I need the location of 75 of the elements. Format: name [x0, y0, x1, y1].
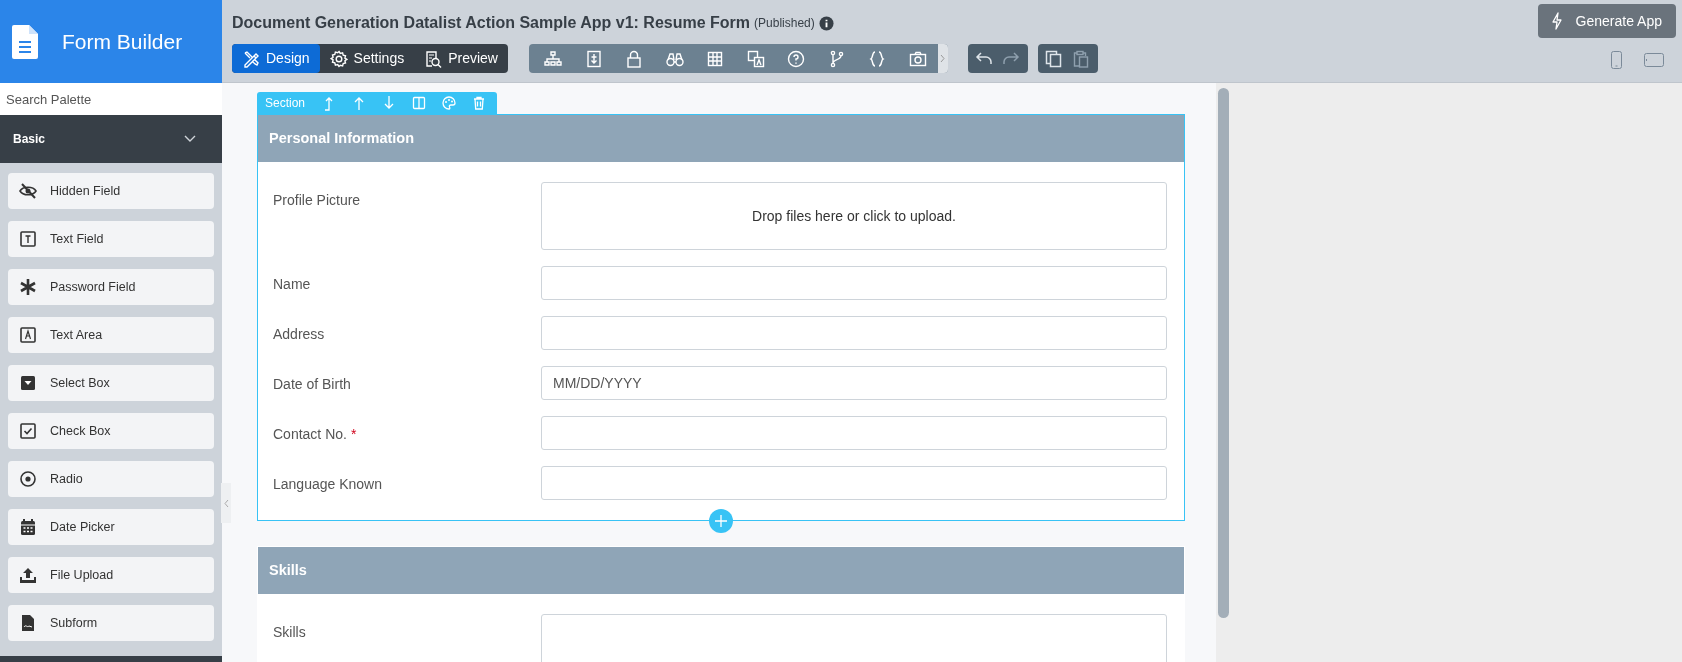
chevron-right-icon: [940, 54, 946, 63]
paste-icon[interactable]: [1072, 49, 1091, 68]
lock-icon[interactable]: [625, 49, 644, 68]
phone-icon[interactable]: [1611, 51, 1622, 69]
chevron-icon: [184, 135, 196, 143]
section-title: Skills: [258, 547, 1184, 594]
mode-tab[interactable]: Design: [232, 44, 320, 73]
section-title: Personal Information: [258, 115, 1184, 162]
palette-item[interactable]: Date Picker: [8, 509, 214, 545]
checkbox-icon: [19, 422, 37, 440]
document-icon: [12, 24, 38, 59]
palette-item[interactable]: Text Field: [8, 221, 214, 257]
camera-icon[interactable]: [908, 49, 927, 68]
columns-icon[interactable]: [411, 95, 428, 111]
palette-item[interactable]: Radio: [8, 461, 214, 497]
select-box-icon: [19, 374, 37, 392]
generate-app-button[interactable]: Generate App: [1537, 4, 1676, 38]
search-field[interactable]: Search Palette: [0, 83, 222, 115]
palette-item[interactable]: File Upload: [8, 557, 214, 593]
palette-item[interactable]: Text Area: [8, 317, 214, 353]
info-icon: [818, 15, 834, 31]
mode-tab[interactable]: Settings: [319, 44, 415, 73]
palette-item[interactable]: Check Box: [8, 413, 214, 449]
required-mark: *: [350, 425, 357, 444]
column-icon[interactable]: [584, 49, 603, 68]
chevron-left-icon: [223, 498, 229, 508]
input-field[interactable]: [541, 416, 1167, 450]
document-search-icon: [424, 49, 443, 68]
translate-icon[interactable]: [746, 49, 765, 68]
field-label: Name: [273, 275, 311, 294]
field-label: Contact No.: [273, 425, 347, 444]
mode-tab[interactable]: Preview: [414, 44, 508, 73]
subform-icon: [19, 614, 37, 632]
input-field[interactable]: [541, 316, 1167, 350]
status-label: (Published): [754, 15, 815, 32]
field-label: Language Known: [273, 475, 382, 494]
category-label: Basic: [13, 131, 46, 148]
toolbar-scroll-button[interactable]: [938, 44, 948, 73]
calendar-icon: [19, 518, 37, 536]
gear-icon: [329, 49, 348, 68]
braces-icon[interactable]: [868, 49, 887, 68]
input-field[interactable]: MM/DD/YYYY: [541, 366, 1167, 400]
text-field-icon: [19, 230, 37, 248]
sitemap-icon[interactable]: [544, 49, 563, 68]
category-header[interactable]: Basic: [0, 115, 222, 163]
palette-item[interactable]: Subform: [8, 605, 214, 641]
grid-icon[interactable]: [706, 49, 725, 68]
field-label: Profile Picture: [273, 191, 361, 210]
radio-icon: [19, 470, 37, 488]
form-title: Document Generation Datalist Action Sample App v1: Resume Form: [232, 13, 751, 33]
lightning-icon: [1551, 12, 1562, 30]
field-label: Address: [273, 325, 325, 344]
copy-icon[interactable]: [1045, 49, 1064, 68]
scrollbar[interactable]: [1218, 88, 1229, 618]
tablet-icon[interactable]: [1644, 53, 1664, 67]
add-button[interactable]: [709, 509, 733, 533]
eye-slash-icon: [19, 182, 37, 200]
section-label: Section: [265, 95, 306, 112]
help-icon[interactable]: [787, 49, 806, 68]
palette-item[interactable]: Select Box: [8, 365, 214, 401]
field-label: Date of Birth: [273, 375, 351, 394]
pencil-ruler-icon: [242, 49, 260, 68]
input-field[interactable]: [541, 466, 1167, 500]
upload-icon: [19, 566, 37, 584]
plus-icon: [715, 515, 727, 527]
palette-icon[interactable]: [441, 95, 458, 111]
palette-item[interactable]: Password Field: [8, 269, 214, 305]
file-drop-zone[interactable]: Drop files here or click to upload.: [541, 182, 1167, 250]
text-area-icon: [19, 326, 37, 344]
app-title: Form Builder: [62, 28, 183, 55]
field-label: Skills: [273, 623, 306, 642]
palette-item[interactable]: Hidden Field: [8, 173, 214, 209]
collapse-handle[interactable]: [221, 483, 231, 523]
input-field[interactable]: [541, 266, 1167, 300]
asterisk-icon: [19, 278, 37, 296]
